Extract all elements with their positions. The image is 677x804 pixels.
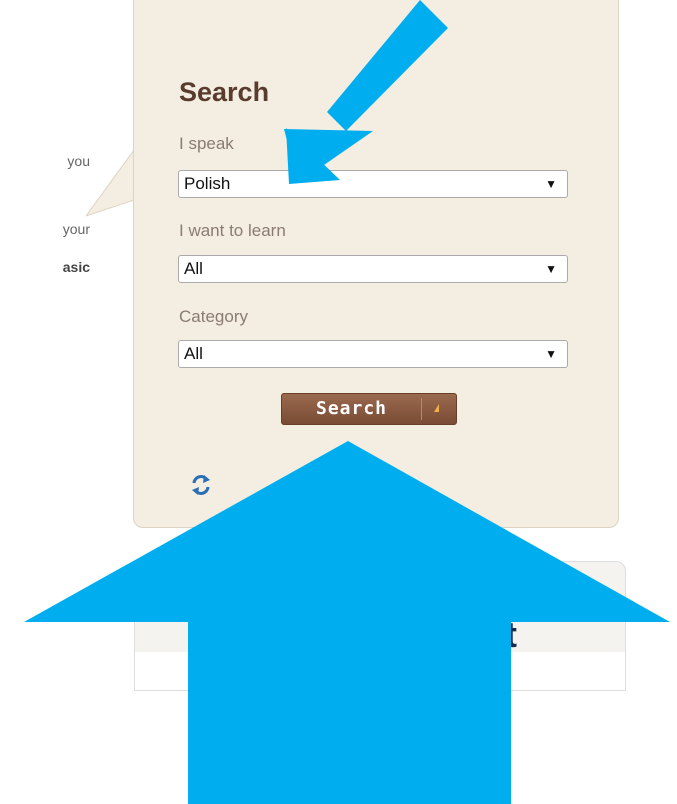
paragraph-fragment: asic bbox=[62, 259, 90, 275]
caret-icon bbox=[422, 394, 456, 424]
speak-label: I speak bbox=[179, 134, 234, 153]
learn-select-value: All bbox=[184, 259, 203, 278]
learn-select[interactable]: All ▼ bbox=[178, 255, 568, 283]
clipped-paragraph: you your asic bbox=[0, 0, 90, 300]
search-button-label: Search bbox=[315, 398, 388, 419]
speech-bubble-tail bbox=[86, 150, 136, 217]
search-panel: Search I speak Polish ▼ I want to learn … bbox=[133, 0, 619, 528]
speak-select[interactable]: Polish ▼ bbox=[178, 170, 568, 198]
panel-cutoff bbox=[135, 652, 625, 690]
secondary-panel-title: t bbox=[505, 614, 517, 655]
category-select[interactable]: All ▼ bbox=[178, 340, 568, 368]
search-button[interactable]: Search bbox=[281, 393, 457, 425]
category-label: Category bbox=[179, 307, 248, 326]
dropdown-arrow-icon: ▼ bbox=[545, 262, 557, 276]
dropdown-arrow-icon: ▼ bbox=[545, 177, 557, 191]
dropdown-arrow-icon: ▼ bbox=[545, 347, 557, 361]
search-title: Search bbox=[179, 77, 270, 107]
speak-select-value: Polish bbox=[184, 174, 231, 193]
secondary-panel: t bbox=[134, 561, 626, 691]
refresh-icon[interactable] bbox=[190, 473, 212, 497]
paragraph-fragment: your bbox=[62, 221, 90, 237]
category-select-value: All bbox=[184, 344, 203, 363]
learn-label: I want to learn bbox=[179, 221, 286, 240]
